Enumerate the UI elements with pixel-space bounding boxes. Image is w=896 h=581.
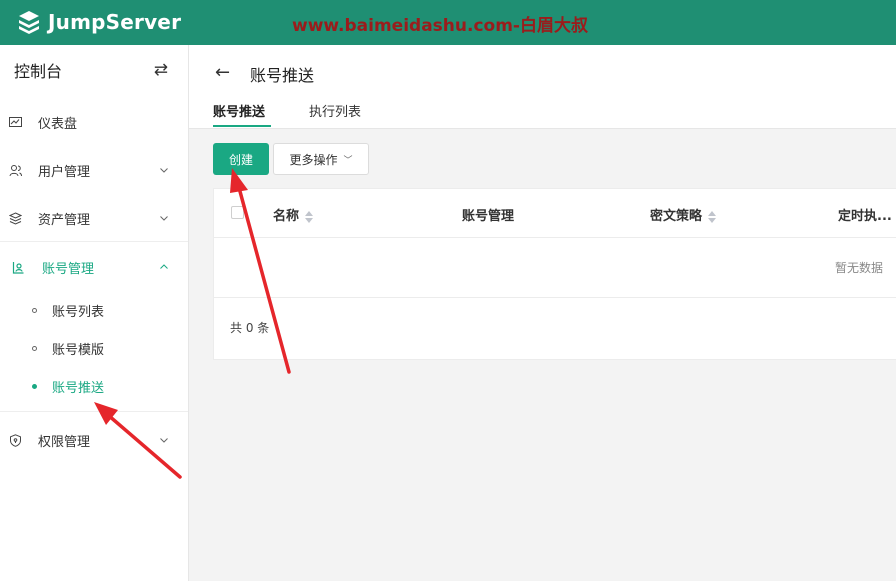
logo[interactable]: JumpServer [16, 9, 181, 35]
more-actions-label: 更多操作 [289, 152, 338, 167]
sidebar-subitem-account-push[interactable]: 账号推送 [0, 368, 188, 404]
column-header-schedule: 定时执... [838, 205, 892, 224]
sidebar-item-label: 仪表盘 [38, 116, 78, 132]
sidebar-item-label: 资产管理 [38, 212, 91, 228]
sidebar-title: 控制台 [14, 62, 63, 81]
chevron-down-icon: ﹀ [343, 155, 353, 166]
sidebar-item-users[interactable]: 用户管理 [0, 148, 188, 192]
tab-execution-list[interactable]: 执行列表 [309, 101, 361, 120]
total-count: 共 0 条 [230, 321, 270, 335]
divider [0, 241, 188, 242]
column-header-secret-strategy[interactable]: 密文策略 [650, 205, 717, 224]
permission-icon [10, 433, 21, 447]
swap-icon[interactable]: ⇄ [154, 60, 168, 80]
sidebar-item-dashboard[interactable]: 仪表盘 [0, 100, 188, 144]
watermark-text: www.baimeidashu.com-白眉大叔 [292, 16, 588, 36]
sidebar-item-assets[interactable]: 资产管理 [0, 196, 188, 240]
sort-icon[interactable] [708, 210, 717, 223]
column-header-name[interactable]: 名称 [273, 205, 314, 224]
active-tab-indicator [213, 125, 271, 127]
column-label: 密文策略 [650, 209, 703, 224]
sidebar-item-label: 用户管理 [38, 164, 91, 180]
select-all-checkbox[interactable] [231, 206, 244, 219]
sidebar-header: 控制台 ⇄ [0, 45, 188, 95]
chevron-down-icon [160, 438, 168, 443]
create-button[interactable]: 创建 [213, 143, 269, 175]
top-bar: JumpServer www.baimeidashu.com-白眉大叔 [0, 0, 896, 45]
sidebar-item-label: 账号管理 [42, 261, 95, 277]
assets-icon [9, 211, 22, 225]
more-actions-dropdown[interactable]: 更多操作 ﹀ [273, 143, 369, 175]
column-label: 名称 [273, 209, 300, 224]
page-header: ← 账号推送 账号推送 执行列表 [189, 45, 896, 129]
chevron-down-icon [160, 216, 168, 221]
back-arrow-icon[interactable]: ← [215, 62, 230, 83]
bullet-icon [32, 383, 37, 389]
sidebar-subitem-account-template[interactable]: 账号模版 [0, 330, 188, 366]
sidebar-item-accounts[interactable]: 账号管理 [0, 245, 188, 289]
column-label: 定时执... [838, 209, 892, 224]
sidebar-item-permissions[interactable]: 权限管理 [0, 418, 188, 462]
empty-text: 暂无数据 [834, 261, 883, 275]
account-icon [12, 261, 24, 274]
sidebar-subitem-label: 账号列表 [52, 304, 105, 320]
users-icon [9, 164, 22, 176]
chevron-up-icon [160, 264, 168, 269]
sidebar-subitem-label: 账号模版 [52, 342, 105, 358]
chevron-down-icon [160, 168, 168, 173]
sidebar: 控制台 ⇄ 仪表盘 用户管理 资产管理 账号管理 账号列表 账号模版 账号推送 … [0, 45, 189, 581]
table-header: 名称 账号管理 密文策略 定时执... [214, 189, 896, 238]
logo-text: JumpServer [48, 10, 182, 34]
bullet-icon [32, 307, 37, 313]
sidebar-item-label: 权限管理 [38, 434, 91, 450]
sidebar-subitem-label: 账号推送 [52, 380, 105, 396]
bullet-icon [32, 345, 37, 351]
empty-row: 暂无数据 [214, 237, 896, 298]
sort-icon[interactable] [305, 210, 314, 223]
tab-account-push[interactable]: 账号推送 [213, 101, 265, 120]
column-label: 账号管理 [462, 209, 515, 224]
column-header-account: 账号管理 [462, 205, 514, 224]
sidebar-subitem-account-list[interactable]: 账号列表 [0, 292, 188, 328]
divider [0, 411, 188, 412]
page-title: 账号推送 [250, 66, 315, 85]
dashboard-icon [9, 116, 22, 127]
jumpserver-logo-icon [19, 11, 39, 34]
data-table: 名称 账号管理 密文策略 定时执... 暂无数据 共 0 条 [213, 188, 896, 360]
